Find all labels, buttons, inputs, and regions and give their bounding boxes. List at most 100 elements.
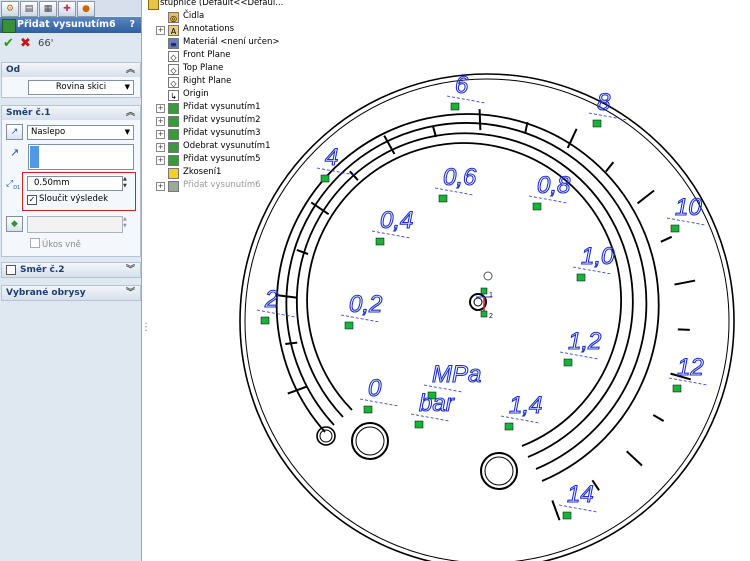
extrude6-icon: [168, 181, 179, 192]
scale-tick: [660, 235, 673, 243]
dimxpert-tab-icon[interactable]: ✚: [58, 1, 76, 17]
expand-icon[interactable]: +: [156, 156, 165, 165]
merge-result-checkbox[interactable]: ✓ Sloučit výsledek: [27, 194, 108, 205]
relation-marker: [670, 224, 680, 233]
od-group: Od ︽ Rovina skici ▼: [1, 62, 141, 98]
annotations-icon: A: [168, 25, 179, 36]
relation-marker: [504, 422, 514, 431]
tree-item-label: Přidat vysunutím6: [183, 180, 261, 190]
od-select[interactable]: Rovina skici ▼: [28, 80, 134, 95]
tree-item-label: Odebrat vysunutím1: [183, 141, 271, 151]
tree-item-label: Materiál <není určen>: [183, 37, 280, 47]
mpa-scale-label: 1,4: [509, 392, 542, 419]
property-manager-tab-icon[interactable]: ▤: [20, 1, 38, 17]
mpa-scale-label: 0,4: [380, 207, 413, 234]
relation-marker: [450, 102, 460, 111]
end-condition-select[interactable]: Naslepo ▼: [27, 125, 134, 140]
knob-left: [351, 422, 389, 460]
expand-icon[interactable]: +: [156, 26, 165, 35]
origin-icon: ↳: [168, 90, 179, 101]
relation-marker: [363, 405, 373, 414]
detailed-preview-icon[interactable]: 66': [38, 38, 53, 49]
front-plane-icon: ◇: [168, 51, 179, 62]
bar-scale-label: 6: [455, 72, 469, 99]
expand-icon[interactable]: +: [156, 104, 165, 113]
smer1-group-header[interactable]: Směr č.1 ︽: [2, 106, 140, 120]
od-group-label: Od: [6, 65, 21, 75]
scale-tick: [285, 341, 298, 345]
cancel-button[interactable]: ✖: [20, 37, 31, 51]
direction-arrow-icon: ↗: [10, 146, 20, 159]
bar-scale-label: 12: [677, 354, 704, 381]
tree-item-label: Zkosení1: [183, 167, 222, 177]
smer2-group-label: Směr č.2: [20, 265, 65, 275]
expand-icon[interactable]: ︾: [126, 286, 135, 300]
feature-title: Přidat vysunutím6: [17, 19, 116, 30]
scale-tick: [276, 294, 298, 299]
draft-icon[interactable]: ◆: [6, 216, 23, 232]
material-icon: ≡: [168, 38, 179, 49]
expand-icon[interactable]: +: [156, 143, 165, 152]
depth-spinner[interactable]: ▲ ▼: [123, 176, 131, 190]
tree-item-label: Přidat vysunutím3: [183, 128, 261, 138]
merge-result-label: Sloučit výsledek: [39, 194, 109, 204]
depth-input[interactable]: 0.50mm: [27, 176, 123, 191]
expand-icon[interactable]: +: [156, 182, 165, 191]
tree-item-label: Annotations: [183, 24, 235, 34]
relation-marker: [344, 321, 354, 330]
property-manager-panel: ⚙ ▤ ▦ ✚ ● Přidat vysunutím6 ? ✔ ✖ 66' Od…: [0, 0, 142, 561]
tree-item-label: Přidat vysunutím5: [183, 154, 261, 164]
scale-tick: [674, 279, 696, 286]
relation-marker: [592, 119, 602, 128]
expand-icon[interactable]: ︾: [126, 263, 135, 277]
relation-marker: [563, 358, 573, 367]
ok-button[interactable]: ✔: [3, 37, 14, 51]
display-manager-tab-icon[interactable]: ●: [77, 1, 95, 17]
scale-tick: [636, 189, 655, 205]
od-group-header[interactable]: Od ︽: [2, 63, 140, 77]
bar-scale-label: 2: [264, 286, 278, 313]
tree-item-label: Origin: [183, 89, 209, 99]
expand-icon[interactable]: +: [156, 117, 165, 126]
smer2-group-header[interactable]: Směr č.2 ︾: [2, 263, 140, 277]
part-icon: [148, 0, 159, 10]
mpa-scale-label: 0,8: [537, 172, 571, 199]
reverse-direction-icon[interactable]: ↗: [6, 124, 23, 140]
unit-bar-label: bar: [419, 390, 455, 417]
collapse-icon[interactable]: ︽: [126, 106, 135, 120]
mpa-scale-label: 0,6: [443, 164, 477, 191]
draft-spinner[interactable]: ▲ ▼: [123, 216, 131, 230]
direction-vector-box[interactable]: [28, 144, 134, 170]
depth-icon: ⤢D1: [6, 179, 21, 191]
checkbox-icon: [30, 238, 40, 248]
cut-extrude1-icon: [168, 142, 179, 153]
tree-item-label: Front Plane: [183, 50, 231, 60]
extrude-feature-icon: [2, 19, 16, 33]
tree-item-label: Right Plane: [183, 76, 232, 86]
ok-cancel-row: ✔ ✖ 66': [0, 35, 141, 53]
help-button[interactable]: ?: [129, 17, 135, 33]
tree-root-label: stupnice (Default<<Defaul...: [160, 0, 284, 8]
feature-manager-tab-icon[interactable]: ⚙: [1, 1, 19, 17]
smer2-group: Směr č.2 ︾: [1, 262, 141, 278]
bar-scale-label: 14: [567, 481, 594, 508]
mpa-scale-label: 0: [368, 375, 382, 402]
expand-icon[interactable]: +: [156, 130, 165, 139]
scale-tick: [551, 500, 561, 521]
tree-item-label: Přidat vysunutím1: [183, 102, 261, 112]
feature-tree: stupnice (Default<<Defaul... ◎ Čidla + A Ann…: [146, 0, 346, 200]
collapse-icon[interactable]: ︽: [126, 63, 135, 77]
manager-tabs: ⚙ ▤ ▦ ✚ ●: [0, 0, 141, 17]
relation-marker: [438, 194, 448, 203]
relation-marker: [375, 237, 385, 246]
smer2-checkbox[interactable]: [6, 265, 16, 275]
contours-group-header[interactable]: Vybrané obrysy ︾: [2, 286, 140, 300]
configuration-manager-tab-icon[interactable]: ▦: [39, 1, 57, 17]
draft-angle-input[interactable]: [27, 216, 123, 233]
draft-outward-checkbox[interactable]: Úkos vně: [30, 238, 81, 251]
mpa-scale-label: 1,2: [568, 328, 601, 355]
origin-mark-1: 1: [489, 292, 493, 299]
end-condition-value: Naslepo: [31, 127, 66, 137]
feature-title-bar: Přidat vysunutím6 ?: [0, 17, 141, 33]
origin-mark-2: 2: [489, 313, 493, 320]
